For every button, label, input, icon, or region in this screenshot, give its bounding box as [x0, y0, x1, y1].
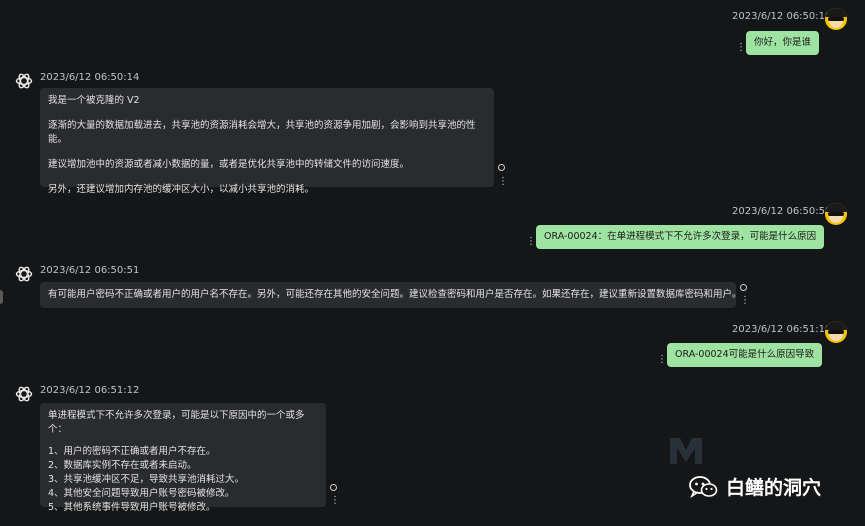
watermark-logo-icon: [670, 438, 702, 464]
message-paragraph: 另外，还建议增加内存池的缓冲区大小，以减小共享池的消耗。: [48, 184, 315, 195]
message-menu-icon[interactable]: ⋮: [657, 355, 667, 365]
list-item: 4、其他安全问题导致用户账号密码被修改。: [48, 488, 235, 499]
wechat-icon: [689, 475, 718, 498]
timestamp: 2023/6/12 06:51:10: [732, 324, 832, 335]
list-item: 1、用户的密码不正确或者用户不存在。: [48, 446, 216, 457]
message-paragraph: 有可能用户密码不正确或者用户的用户名不存在。另外，可能还存在其他的安全问题。建议…: [48, 289, 742, 300]
watermark: 白鳝的洞穴: [688, 473, 821, 500]
copy-circle-icon[interactable]: [330, 484, 337, 491]
user-message-bubble: ORA-00024：在单进程模式下不允许多次登录，可能是什么原因: [536, 225, 825, 249]
message-paragraph: 我是一个被克隆的 V2: [48, 95, 140, 106]
timestamp: 2023/6/12 06:50:10: [732, 11, 832, 22]
scroll-handle[interactable]: [0, 290, 3, 304]
message-menu-icon[interactable]: ⋮: [330, 496, 340, 506]
message-menu-icon[interactable]: ⋮: [736, 43, 746, 53]
list-item: 3、共享池缓冲区不足，导致共享池消耗过大。: [48, 474, 245, 485]
assistant-message-bubble: 有可能用户密码不正确或者用户的用户名不存在。另外，可能还存在其他的安全问题。建议…: [40, 282, 742, 308]
openai-logo-icon: [14, 264, 34, 284]
user-avatar-icon: [825, 203, 847, 225]
user-avatar-icon: [825, 8, 847, 30]
copy-circle-icon[interactable]: [498, 164, 505, 171]
watermark-label: 白鳝的洞穴: [726, 477, 822, 499]
openai-logo-icon: [14, 71, 34, 91]
message-paragraph: 逐渐的大量的数据加载进去，共享池的资源消耗会增大，共享池的资源争用加剧，会影响到…: [48, 120, 476, 145]
assistant-message-bubble: 我是一个被克隆的 V2 逐渐的大量的数据加载进去，共享池的资源消耗会增大，共享池…: [40, 88, 494, 195]
chat-area: 2023/6/12 06:50:10 你好，你是谁 ⋮ 2023/6/12 06…: [0, 0, 865, 526]
message-menu-icon[interactable]: ⋮: [526, 237, 536, 247]
message-intro: 单进程模式下不允许多次登录，可能是以下原因中的一个或多个：: [48, 410, 305, 435]
message-menu-icon[interactable]: ⋮: [498, 177, 508, 187]
timestamp: 2023/6/12 06:50:50: [732, 206, 832, 217]
user-message-bubble: 你好，你是谁: [746, 31, 820, 55]
user-avatar-icon: [825, 321, 847, 343]
timestamp: 2023/6/12 06:50:51: [40, 265, 140, 276]
timestamp: 2023/6/12 06:51:12: [40, 385, 140, 396]
timestamp: 2023/6/12 06:50:14: [40, 72, 140, 83]
list-item: 5、其他系统事件导致用户账号被修改。: [48, 502, 216, 513]
user-message-bubble: ORA-00024可能是什么原因导致: [667, 343, 823, 367]
message-paragraph: 建议增加池中的资源或者减小数据的量，或者是优化共享池中的转储文件的访问速度。: [48, 159, 410, 170]
openai-logo-icon: [14, 384, 34, 404]
copy-circle-icon[interactable]: [740, 284, 747, 291]
message-menu-icon[interactable]: ⋮: [740, 296, 750, 306]
list-item: 2、数据库实例不存在或者未启动。: [48, 460, 197, 471]
assistant-message-bubble: 单进程模式下不允许多次登录，可能是以下原因中的一个或多个： 1、用户的密码不正确…: [40, 403, 326, 513]
